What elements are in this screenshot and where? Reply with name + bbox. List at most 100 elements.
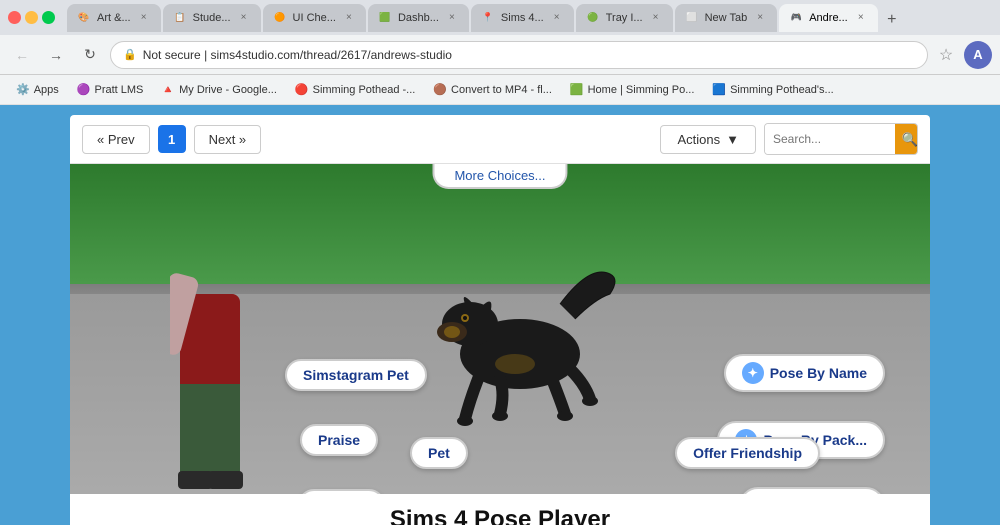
tab-sims4-close[interactable]: × — [550, 11, 564, 25]
tab-ui-label: UI Che... — [293, 12, 336, 24]
stop-posing-button[interactable]: ✦ Stop Posing — [739, 487, 885, 494]
tab-andrews-close[interactable]: × — [854, 11, 868, 25]
bookmark-pratt[interactable]: 🟣 Pratt LMS — [71, 81, 150, 98]
dog-figure — [410, 244, 630, 434]
window-controls — [8, 11, 55, 24]
bookmark-simming2[interactable]: 🟦 Simming Pothead's... — [706, 81, 839, 98]
bookmark-apps-icon: ⚙️ — [16, 83, 30, 96]
tab-newtab[interactable]: ⬜ New Tab × — [675, 4, 778, 32]
browser-frame: 🎨 Art &... × 📋 Stude... × 🟠 UI Che... × … — [0, 0, 1000, 525]
dog-svg — [410, 244, 630, 434]
human-figure — [170, 204, 270, 494]
bookmark-pratt-label: Pratt LMS — [94, 84, 143, 96]
search-input[interactable] — [765, 124, 895, 154]
pick-up-button[interactable]: Pick Up — [298, 489, 385, 494]
human-pants2 — [210, 384, 240, 474]
tab-ui-close[interactable]: × — [342, 11, 356, 25]
game-screenshot: More Choices... — [70, 164, 930, 494]
tab-tray-label: Tray I... — [606, 12, 643, 24]
bookmark-convert[interactable]: 🟤 Convert to MP4 - fl... — [427, 81, 558, 98]
title-bar: 🎨 Art &... × 📋 Stude... × 🟠 UI Che... × … — [0, 0, 1000, 35]
pose-by-name-icon: ✦ — [742, 362, 764, 384]
address-bar-row: ← → ↻ 🔒 Not secure | sims4studio.com/thr… — [0, 35, 1000, 75]
next-button[interactable]: Next » — [194, 125, 262, 154]
tab-art-close[interactable]: × — [137, 11, 151, 25]
tab-tray[interactable]: 🟢 Tray I... × — [576, 4, 673, 32]
prev-button[interactable]: « Prev — [82, 125, 150, 154]
bookmark-wix-label: Home | Simming Po... — [588, 84, 695, 96]
new-tab-button[interactable]: + — [880, 8, 904, 32]
page-content: « Prev 1 Next » Actions ▼ 🔍 — [70, 115, 930, 525]
praise-button[interactable]: Praise — [300, 424, 378, 456]
tab-newtab-label: New Tab — [705, 12, 748, 24]
tab-student-label: Stude... — [193, 12, 231, 24]
pet-button[interactable]: Pet — [410, 437, 468, 469]
page-number: 1 — [158, 125, 186, 153]
more-choices-button[interactable]: More Choices... — [432, 164, 567, 189]
bookmark-simming2-label: Simming Pothead's... — [730, 84, 834, 96]
actions-dropdown-icon: ▼ — [726, 132, 739, 147]
pose-by-name-label: Pose By Name — [770, 365, 867, 381]
bookmark-button[interactable]: ☆ — [934, 43, 958, 67]
tab-andrews-label: Andre... — [809, 12, 848, 24]
maximize-window-button[interactable] — [42, 11, 55, 24]
tab-sims4[interactable]: 📍 Sims 4... × — [471, 4, 574, 32]
forward-button[interactable]: → — [42, 41, 70, 69]
bookmark-drive-icon: 🔺 — [161, 83, 175, 96]
bookmark-wix[interactable]: 🟩 Home | Simming Po... — [564, 81, 700, 98]
content-area: « Prev 1 Next » Actions ▼ 🔍 — [0, 105, 1000, 525]
bookmark-simming1[interactable]: 🔴 Simming Pothead -... — [289, 81, 421, 98]
tab-andrews[interactable]: 🎮 Andre... × — [779, 4, 878, 32]
tab-tray-icon: 🟢 — [586, 11, 600, 25]
tab-student[interactable]: 📋 Stude... × — [163, 4, 261, 32]
bookmark-convert-icon: 🟤 — [433, 83, 447, 96]
simstagram-pet-button[interactable]: Simstagram Pet — [285, 359, 427, 391]
pose-by-name-button[interactable]: ✦ Pose By Name — [724, 354, 885, 392]
bookmark-apps-label: Apps — [34, 84, 59, 96]
avatar[interactable]: A — [964, 41, 992, 69]
human-pants — [180, 384, 210, 474]
tab-newtab-close[interactable]: × — [753, 11, 767, 25]
tab-newtab-icon: ⬜ — [685, 11, 699, 25]
bookmark-drive-label: My Drive - Google... — [179, 84, 277, 96]
tab-tray-close[interactable]: × — [649, 11, 663, 25]
tab-sims4-icon: 📍 — [481, 11, 495, 25]
back-button[interactable]: ← — [8, 41, 36, 69]
bookmark-simming1-label: Simming Pothead -... — [313, 84, 416, 96]
refresh-button[interactable]: ↻ — [76, 41, 104, 69]
tab-wix-label: Dashb... — [398, 12, 439, 24]
tab-art[interactable]: 🎨 Art &... × — [67, 4, 161, 32]
human-shoe2 — [208, 471, 243, 489]
tabs-bar: 🎨 Art &... × 📋 Stude... × 🟠 UI Che... × … — [67, 4, 992, 32]
bookmark-pratt-icon: 🟣 — [77, 83, 91, 96]
tab-student-icon: 📋 — [173, 11, 187, 25]
tab-art-label: Art &... — [97, 12, 131, 24]
tab-andrews-icon: 🎮 — [789, 11, 803, 25]
toolbar: « Prev 1 Next » Actions ▼ 🔍 — [70, 115, 930, 164]
tab-sims4-label: Sims 4... — [501, 12, 544, 24]
tab-wix-icon: 🟩 — [378, 11, 392, 25]
tab-wix[interactable]: 🟩 Dashb... × — [368, 4, 469, 32]
lock-icon: 🔒 — [123, 48, 137, 61]
tab-wix-close[interactable]: × — [445, 11, 459, 25]
bookmark-simming2-icon: 🟦 — [712, 83, 726, 96]
page-title: Sims 4 Pose Player — [70, 494, 930, 525]
offer-friendship-button[interactable]: Offer Friendship — [675, 437, 820, 469]
actions-button-label: Actions — [677, 132, 720, 147]
close-window-button[interactable] — [8, 11, 21, 24]
minimize-window-button[interactable] — [25, 11, 38, 24]
tab-student-close[interactable]: × — [237, 11, 251, 25]
actions-button[interactable]: Actions ▼ — [660, 125, 756, 154]
tab-ui[interactable]: 🟠 UI Che... × — [263, 4, 366, 32]
tab-ui-icon: 🟠 — [273, 11, 287, 25]
bookmark-apps[interactable]: ⚙️ Apps — [10, 81, 65, 98]
address-text: Not secure | sims4studio.com/thread/2617… — [143, 48, 452, 62]
bookmarks-bar: ⚙️ Apps 🟣 Pratt LMS 🔺 My Drive - Google.… — [0, 75, 1000, 105]
bookmark-wix-icon: 🟩 — [570, 83, 584, 96]
bookmark-drive[interactable]: 🔺 My Drive - Google... — [155, 81, 283, 98]
bookmark-convert-label: Convert to MP4 - fl... — [451, 84, 552, 96]
tab-art-icon: 🎨 — [77, 11, 91, 25]
search-go-button[interactable]: 🔍 — [895, 124, 918, 155]
address-bar[interactable]: 🔒 Not secure | sims4studio.com/thread/26… — [110, 41, 928, 69]
bookmark-simming1-icon: 🔴 — [295, 83, 309, 96]
